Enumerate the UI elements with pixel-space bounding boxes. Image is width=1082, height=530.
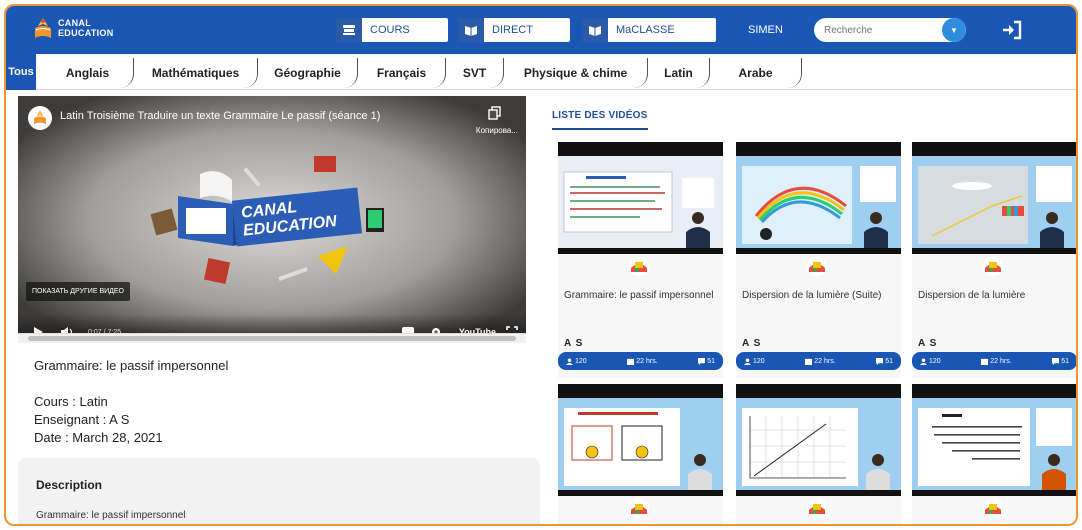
thumbnail-slide [558,398,723,490]
logout-icon[interactable] [1000,18,1024,42]
open-book-icon [458,18,484,42]
thumbnail-slide [736,156,901,248]
canal-education-logo[interactable]: CANAL EDUCATION [32,12,132,46]
video-card[interactable] [736,384,901,524]
direct-button[interactable]: DIRECT [458,18,570,42]
user-name[interactable]: SIMEN [748,24,783,36]
calendar-icon [805,358,813,365]
description-heading: Description [36,478,103,492]
card-title[interactable]: Dispersion de la lumière [918,290,1025,301]
date-line: Date : March 28, 2021 [34,430,163,445]
comment-icon [698,357,706,365]
card-title[interactable]: Grammaire: le passif impersonnel [564,290,714,301]
subject-badge-icon [629,498,649,518]
video-card[interactable]: Dispersion de la lumière A S 120 22 ‎hrs… [912,142,1076,378]
copy-label: Копирова... [475,126,518,135]
views-count: 120 [929,357,941,365]
course-line: Cours : Latin [34,394,108,409]
search-input[interactable] [814,24,934,36]
comments-count: 51 [707,357,715,365]
card-stats-bar: 120 22 ‎hrs. 51 [558,352,723,370]
card-title[interactable]: Dispersion de la lumière (Suite) [742,290,882,301]
open-book-icon [582,18,608,42]
description-panel: Description Grammaire: le passif imperso… [18,458,540,524]
tab-francais[interactable]: Français [358,58,446,88]
maclasse-button[interactable]: MaCLASSE [582,18,716,42]
copy-icon[interactable] [488,106,502,120]
views-count: 120 [575,357,587,365]
logo-mark-icon [35,18,51,38]
video-thumbnail[interactable] [912,142,1076,254]
thumbnail-slide [558,156,723,248]
subject-badge-icon [807,256,827,276]
comments-count: 51 [885,357,893,365]
video-thumbnail[interactable] [736,384,901,496]
tab-geographie[interactable]: Géographie [258,58,358,88]
logo-line1: CANAL [58,18,91,28]
card-stats-bar: 120 22 ‎hrs. 51 [736,352,901,370]
chevron-down-icon[interactable]: ▼ [942,18,966,42]
video-thumbnail[interactable] [736,142,901,254]
thumbnail-slide [736,398,901,490]
tab-physique-chimie[interactable]: Physique & chime [504,58,648,88]
top-header: CANAL EDUCATION COURS DIRECT MaCLASSE SI… [6,6,1076,54]
calendar-icon [627,358,635,365]
description-text: Grammaire: le passif impersonnel [36,510,186,521]
comment-icon [1052,357,1060,365]
user-icon [744,357,751,365]
tab-svt[interactable]: SVT [446,58,504,88]
cours-label: COURS [370,24,410,36]
video-card[interactable]: Dispersion de la lumière (Suite) A S 120… [736,142,901,378]
video-card[interactable]: Grammaire: le passif impersonnel A S 120… [558,142,723,378]
tab-mathematiques[interactable]: Mathématiques [134,58,258,88]
video-info-title: Grammaire: le passif impersonnel [34,358,229,373]
title-underline [552,128,648,130]
date-ago: 22 ‎hrs. [990,357,1012,365]
maclasse-label: MaCLASSE [616,24,675,36]
logo-line2: EDUCATION [58,28,114,38]
scrollbar-thumb[interactable] [28,336,516,341]
thumbnail-slide [912,156,1076,248]
video-title[interactable]: Latin Troisième Traduire un texte Gramma… [60,110,380,122]
subject-badge-icon [629,256,649,276]
subject-badge-icon [807,498,827,518]
card-author: A S [742,338,762,349]
subject-badge-icon [983,498,1003,518]
horizontal-scrollbar[interactable] [18,333,526,343]
teacher-line: Enseignant : A S [34,412,130,427]
search-box: ▼ [814,18,966,42]
date-ago: 22 ‎hrs. [636,357,658,365]
card-author: A S [918,338,938,349]
book-stack-icon [336,18,362,42]
app-frame: CANAL EDUCATION COURS DIRECT MaCLASSE SI… [4,4,1078,526]
comments-count: 51 [1061,357,1069,365]
direct-label: DIRECT [492,24,533,36]
other-videos-button[interactable]: ПОКАЗАТЬ ДРУГИЕ ВИДЕО [26,282,131,301]
video-card[interactable] [912,384,1076,524]
thumbnail-slide [912,398,1076,490]
video-thumbnail[interactable] [912,384,1076,496]
tab-latin[interactable]: Latin [648,58,710,88]
subject-tabs: Tous Anglais Mathématiques Géographie Fr… [6,54,1076,90]
tab-arabe[interactable]: Arabe [710,58,802,88]
subject-badge-icon [983,256,1003,276]
date-ago: 22 ‎hrs. [814,357,836,365]
video-thumbnail[interactable] [558,142,723,254]
user-icon [920,357,927,365]
video-thumbnail[interactable] [558,384,723,496]
tab-anglais[interactable]: Anglais [42,58,134,88]
tab-tous[interactable]: Tous [6,54,36,90]
channel-avatar[interactable] [28,106,52,130]
cours-button[interactable]: COURS [336,18,448,42]
views-count: 120 [753,357,765,365]
video-player[interactable]: CANAL EDUCATION Latin Troisième Traduire… [18,96,526,342]
calendar-icon [981,358,989,365]
comment-icon [876,357,884,365]
card-stats-bar: 120 22 ‎hrs. 51 [912,352,1076,370]
user-icon [566,357,573,365]
card-author: A S [564,338,584,349]
video-card[interactable] [558,384,723,524]
video-list-title: LISTE DES VIDÉOS [552,110,648,121]
